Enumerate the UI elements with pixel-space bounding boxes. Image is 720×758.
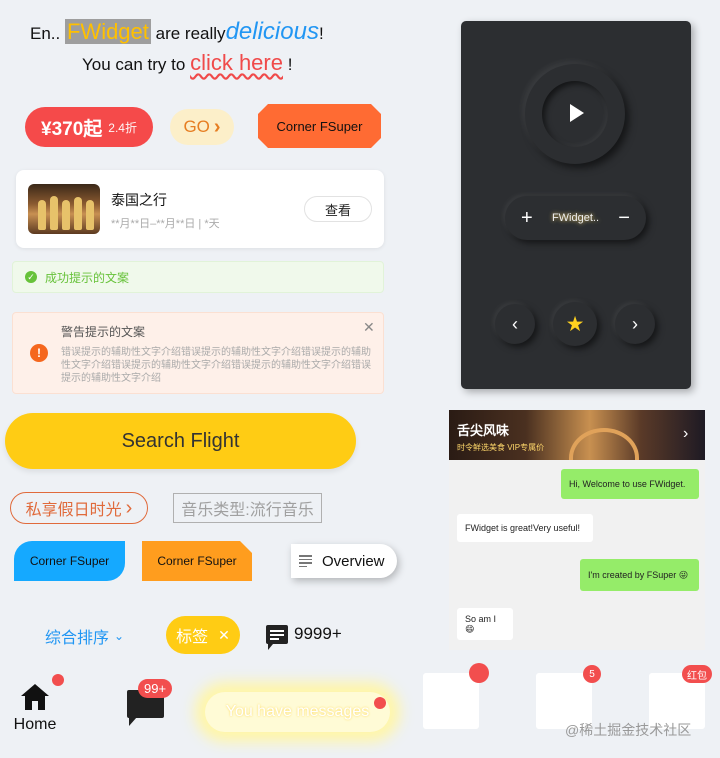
trip-card[interactable]: 泰国之行 **月**日–**月**日 | *天 查看	[16, 170, 384, 248]
chat-badge: 99+	[138, 679, 173, 698]
rich-text-line-2: You can try to click here !	[82, 50, 292, 76]
warning-title: 警告提示的文案	[61, 325, 146, 339]
banner-title: 舌尖风味	[457, 423, 510, 438]
chevron-right-icon: ›	[213, 115, 221, 138]
volume-label: FWidget..	[551, 212, 600, 224]
previous-button[interactable]: ‹	[495, 304, 535, 344]
chevron-right-icon: ›	[125, 496, 133, 519]
bridge-image	[569, 428, 639, 460]
price-discount: 2.4折	[108, 120, 137, 135]
chevron-right-icon: ›	[632, 313, 638, 334]
watermark: @稀土掘金技术社区	[565, 722, 692, 738]
banner-subtitle: 时令鲜选美食 VIP专属价	[457, 443, 545, 452]
red-packet-badge: 红包	[682, 665, 712, 683]
notification-dot	[52, 674, 64, 686]
count-badge: 5	[583, 665, 601, 683]
star-icon: ★	[565, 312, 585, 336]
badge-square[interactable]	[423, 673, 479, 729]
message-count[interactable]: 9999+	[266, 624, 342, 650]
chevron-right-icon: ›	[683, 425, 689, 442]
rich-text-prefix-2: You can try to	[82, 55, 186, 74]
next-button[interactable]: ›	[615, 304, 655, 344]
check-circle-icon: ✓	[25, 271, 37, 283]
trip-dates: **月**日–**月**日 | *天	[111, 218, 220, 230]
home-tab[interactable]: Home	[10, 683, 60, 734]
sort-dropdown[interactable]: 综合排序 ⌄	[45, 624, 124, 648]
sort-label: 综合排序	[45, 630, 110, 647]
corner-fsuper-button-blue[interactable]: Corner FSuper	[14, 541, 125, 581]
food-banner[interactable]: 舌尖风味 时令鲜选美食 VIP专属价 ›	[449, 410, 705, 460]
private-holiday-label: 私享假日时光	[25, 502, 122, 519]
price-amount: ¥370起	[41, 118, 103, 140]
you-have-messages-button[interactable]: You have messages	[205, 692, 390, 732]
home-icon	[21, 684, 49, 710]
click-here-link[interactable]: click here	[190, 50, 283, 75]
rich-text-suffix: !	[318, 24, 324, 43]
rich-text-suffix-2: !	[287, 55, 293, 74]
rich-text-line-1: En.. FWidget are reallydelicious!	[30, 18, 375, 46]
corner-fsuper-button-red[interactable]: Corner FSuper	[258, 104, 381, 148]
notification-dot	[374, 697, 386, 709]
view-button[interactable]: 查看	[304, 196, 372, 222]
search-flight-button[interactable]: Search Flight	[5, 413, 356, 469]
volume-control: + FWidget.. −	[505, 196, 646, 240]
message-icon	[266, 624, 288, 650]
warning-alert: ! 警告提示的文案 错误提示的辅助性文字介绍错误提示的辅助性文字介绍错误提示的辅…	[12, 312, 384, 394]
warning-description: 错误提示的辅助性文字介绍错误提示的辅助性文字介绍错误提示的辅助性文字介绍错误提示…	[61, 347, 371, 384]
message-count-value: 9999+	[294, 624, 342, 643]
minus-icon[interactable]: −	[618, 207, 630, 230]
exclamation-circle-icon: !	[30, 344, 48, 362]
chat-bubble-right: I'm created by FSuper 😜	[580, 559, 699, 591]
chat-bubble-right: Hi, Welcome to use FWidget.	[561, 469, 699, 499]
chat-bubble-left: FWidget is great!Very useful!	[457, 514, 593, 542]
trip-thumbnail-image	[28, 184, 100, 234]
close-icon[interactable]: ✕	[218, 627, 230, 644]
chevron-left-icon: ‹	[512, 313, 518, 334]
rich-text-highlight: FWidget	[64, 19, 151, 44]
notification-dot	[469, 663, 489, 683]
success-alert: ✓ 成功提示的文案	[12, 261, 384, 293]
go-label: GO	[183, 117, 210, 136]
play-icon	[570, 104, 584, 122]
favorite-button[interactable]: ★	[553, 302, 597, 346]
trip-title: 泰国之行	[111, 192, 167, 208]
list-icon	[299, 555, 312, 567]
overview-button[interactable]: Overview	[291, 544, 397, 578]
rich-text-prefix: En..	[30, 24, 61, 43]
overview-label: Overview	[322, 552, 385, 570]
tag-chip[interactable]: 标签 ✕	[166, 616, 240, 654]
price-tag-button[interactable]: ¥370起 2.4折	[25, 107, 153, 147]
chat-area: Hi, Welcome to use FWidget. FWidget is g…	[449, 460, 705, 650]
music-type-label[interactable]: 音乐类型:流行音乐	[173, 493, 322, 523]
success-alert-text: 成功提示的文案	[45, 270, 130, 285]
plus-icon[interactable]: +	[521, 207, 533, 230]
rich-text-italic: delicious	[225, 18, 319, 45]
tag-label: 标签	[176, 629, 209, 646]
rich-text-middle: are really	[155, 24, 226, 43]
go-button[interactable]: GO ›	[170, 109, 234, 145]
chevron-down-icon: ⌄	[114, 629, 125, 643]
corner-fsuper-button-orange[interactable]: Corner FSuper	[142, 541, 252, 581]
private-holiday-button[interactable]: 私享假日时光 ›	[10, 492, 148, 524]
chat-bubble-left: So am I 😄	[457, 608, 513, 640]
close-icon[interactable]: ✕	[363, 319, 375, 336]
home-label: Home	[13, 716, 57, 733]
